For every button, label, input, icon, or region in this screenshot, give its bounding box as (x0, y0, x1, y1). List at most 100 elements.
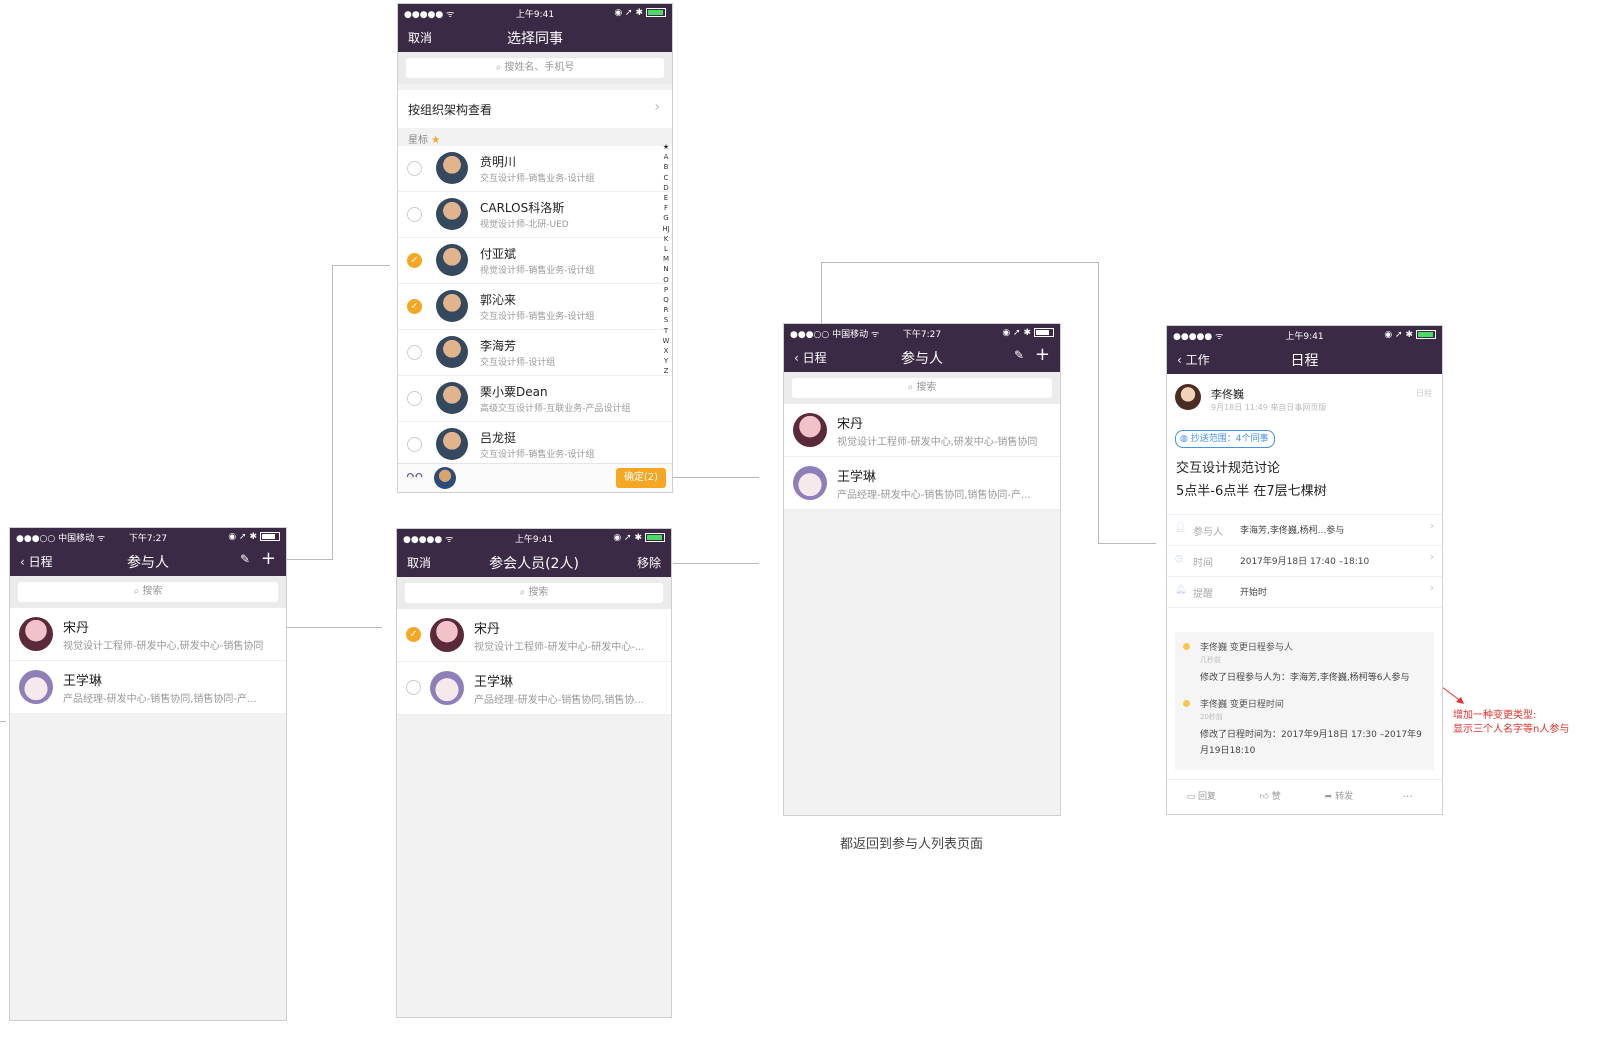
carrier-text: ●●●●● ᯤ (1173, 331, 1224, 342)
more-action[interactable]: ··· (1373, 780, 1442, 814)
search-placeholder: 搜索 (142, 586, 163, 597)
org-structure-link[interactable]: 按组织架构查看 › (398, 90, 672, 128)
battery-icon (646, 8, 666, 17)
alpha-index[interactable]: ★ABCDEFGHJKLMNOPQRSTWXYZ (662, 142, 670, 377)
status-icons-text: ◉ ➚ ✱ (1002, 328, 1031, 338)
add-icon[interactable]: + (1035, 344, 1050, 365)
scope-label: 抄送范围：4个同事 (1190, 434, 1269, 444)
person-name: 王学琳 (63, 674, 103, 689)
person-desc: 交互设计师-设计组 (480, 358, 556, 368)
connector-d-to-e-h1 (821, 262, 1099, 263)
flow-caption: 都返回到参与人列表页面 (840, 837, 984, 852)
status-bar: ●●●○○ 中国移动 ᯤ 下午7:27 ◉ ➚ ✱ (10, 528, 286, 546)
list-item[interactable]: 王学琳 产品经理-研发中心-销售协同,销售协同-产... (784, 457, 1060, 510)
person-desc: 产品经理-研发中心-销售协同,销售协... (474, 695, 644, 706)
list-item[interactable]: 宋丹 视觉设计工程师-研发中心,研发中心-销售协同 (784, 404, 1060, 457)
avatar (793, 413, 827, 447)
search-input[interactable]: ⌕ 搜姓名、手机号 (406, 58, 664, 78)
share-icon: ➦ (1324, 792, 1336, 802)
cc-scope-badge[interactable]: ◍ 抄送范围：4个同事 (1175, 430, 1276, 448)
detail-row[interactable]: 🔔︎ 提醒 开始时 › (1167, 577, 1442, 608)
chevron-right-icon: › (1430, 552, 1434, 563)
person-name: 付亚斌 (480, 247, 517, 261)
checkbox-checked[interactable]: ✓ (406, 627, 421, 642)
person-name: 宋丹 (837, 417, 864, 432)
edit-icon[interactable]: ✎ (240, 552, 250, 566)
connector-d-to-e-v2 (1098, 262, 1099, 544)
list-item[interactable]: 王学琳 产品经理-研发中心-销售协同,销售协同-产... (10, 661, 286, 714)
search-input[interactable]: ⌕ 搜索 (405, 583, 663, 603)
forward-action[interactable]: ➦ 转发 (1305, 780, 1374, 814)
person-name: CARLOS科洛斯 (480, 201, 565, 215)
list-item[interactable]: 王学琳 产品经理-研发中心-销售协同,销售协... (397, 662, 671, 715)
checkbox-unchecked[interactable] (407, 391, 422, 406)
person-icon: 👤︎ (1175, 523, 1187, 533)
checkbox-unchecked[interactable] (407, 437, 422, 452)
search-placeholder: 搜索 (916, 382, 937, 393)
screen-participants-return: ●●●○○ 中国移动 ᯤ 下午7:27 ◉ ➚ ✱ ‹ 日程 参与人 ✎ + ⌕… (783, 323, 1061, 816)
list-item[interactable]: 宋丹 视觉设计工程师-研发中心,研发中心-销售协同 (10, 608, 286, 661)
like-action[interactable]: 👍︎ 赞 (1236, 780, 1305, 814)
status-icons: ◉ ➚ ✱ (614, 8, 666, 18)
nav-bar: ‹ 工作 日程 (1167, 344, 1442, 374)
remove-button[interactable]: 移除 (637, 554, 661, 571)
checkbox-unchecked[interactable] (407, 345, 422, 360)
person-desc: 交互设计师-销售业务-设计组 (480, 450, 595, 460)
detail-row[interactable]: 👤︎ 参与人 李海芳,李佟巍,杨柯...参与 › (1167, 515, 1442, 546)
connector-a-to-b-h1 (287, 559, 333, 560)
person-desc: 产品经理-研发中心-销售协同,销售协同-产... (63, 694, 257, 705)
list-item[interactable]: ✓ 宋丹 视觉设计工程师-研发中心-研发中心-... (397, 609, 671, 662)
reply-action[interactable]: ▭ 回复 (1167, 780, 1236, 814)
list-item[interactable]: 贲明川 交互设计师-销售业务-设计组 (398, 146, 672, 192)
log-text: 修改了日程参与人为：李海芳,李佟巍,杨柯等6人参与 (1200, 673, 1410, 683)
avatar (1175, 384, 1201, 410)
list-item[interactable]: ✓ 付亚斌视觉设计师-销售业务-设计组 (398, 238, 672, 284)
action-bar: ▭ 回复 👍︎ 赞 ➦ 转发 ··· (1167, 779, 1442, 814)
detail-row[interactable]: ◷ 时间 2017年9月18日 17:40 –18:10 › (1167, 546, 1442, 577)
list-item[interactable]: ✓ 郭沁来 交互设计师-销售业务-设计组 (398, 284, 672, 330)
avatar (436, 152, 468, 184)
add-icon[interactable]: + (261, 548, 276, 569)
edit-icon[interactable]: ✎ (1014, 348, 1024, 362)
org-link-label: 按组织架构查看 (408, 103, 493, 117)
checkbox-unchecked[interactable] (407, 161, 422, 176)
search-input[interactable]: ⌕ 搜索 (792, 378, 1052, 398)
nav-bar: ‹ 日程 参与人 ✎ + (10, 546, 286, 576)
checkbox-unchecked[interactable] (406, 680, 421, 695)
person-desc: 视觉设计师-销售业务-设计组 (480, 266, 595, 276)
person-name: 李海芳 (480, 339, 517, 353)
carrier-text: ●●●○○ 中国移动 ᯤ (790, 329, 880, 340)
avatar (434, 467, 456, 489)
checkbox-checked[interactable]: ✓ (407, 253, 422, 268)
status-icons: ◉ ➚ ✱ (228, 532, 280, 542)
chevron-right-icon: › (1430, 521, 1434, 532)
confirm-button[interactable]: 确定(2) (616, 468, 666, 488)
list-item[interactable]: 栗小粟Dean 高级交互设计师-互联业务-产品设计组 (398, 376, 672, 422)
author-name: 李佟巍 (1211, 388, 1244, 401)
forward-label: 转发 (1335, 792, 1354, 802)
screen-select-colleagues: ●●●●● ᯤ 上午9:41 ◉ ➚ ✱ 取消 选择同事 ⌕ 搜姓名、手机号 按… (397, 3, 673, 493)
schedule-title: 交互设计规范讨论 (1176, 461, 1281, 476)
page-title: 参会人员(2人) (489, 556, 579, 572)
dot-icon (1183, 643, 1190, 650)
checkbox-unchecked[interactable] (407, 207, 422, 222)
search-input[interactable]: ⌕ 搜索 (18, 582, 278, 602)
screen-participants-list: ●●●○○ 中国移动 ᯤ 下午7:27 ◉ ➚ ✱ ‹ 日程 参与人 ✎ + ⌕… (9, 527, 287, 1021)
list-item[interactable]: CARLOS科洛斯视觉设计师-北研-UED (398, 192, 672, 238)
checkbox-checked[interactable]: ✓ (407, 299, 422, 314)
row-value: 2017年9月18日 17:40 –18:10 (1240, 557, 1370, 567)
status-icons: ◉ ➚ ✱ (1384, 330, 1436, 340)
carrier-text: ●●●●● ᯤ (403, 534, 454, 545)
type-tag: 日程 (1416, 389, 1432, 398)
person-name: 栗小粟Dean (480, 385, 548, 399)
comment-icon: ▭ (1186, 792, 1199, 802)
person-name: 郭沁来 (480, 293, 517, 307)
list-item[interactable]: 李海芳交互设计师-设计组 (398, 330, 672, 376)
row-label: 参与人 (1193, 527, 1223, 538)
page-title: 选择同事 (507, 31, 563, 47)
person-desc: 视觉设计师-北研-UED (480, 220, 569, 230)
person-desc: 交互设计师-销售业务-设计组 (480, 174, 595, 184)
person-desc: 产品经理-研发中心-销售协同,销售协同-产... (837, 490, 1031, 501)
list-item[interactable]: 吕龙挺 交互设计师-销售业务-设计组 (398, 422, 672, 468)
connector-a-to-b-h2 (332, 265, 390, 266)
